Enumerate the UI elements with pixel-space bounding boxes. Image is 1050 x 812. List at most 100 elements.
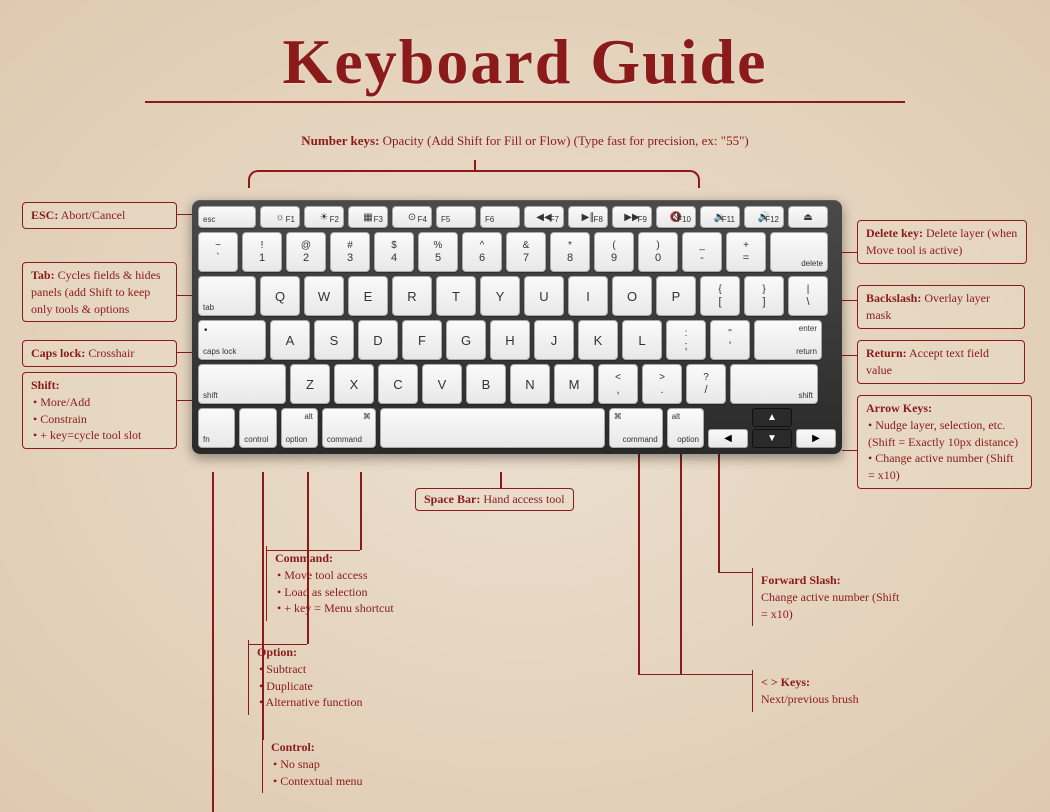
key--[interactable]: _- [682,232,722,272]
number-row: ~`!1@2#3$4%5^6&7*8(9)0_-+=delete [198,232,836,272]
key-1[interactable]: !1 [242,232,282,272]
line-option [307,472,309,644]
key-f3[interactable]: ▦F3 [348,206,388,228]
key-f8[interactable]: ▶∥F8 [568,206,608,228]
key-delete[interactable]: delete [770,232,828,272]
caps-label: Caps lock: [31,346,85,360]
esc-desc: Abort/Cancel [61,208,126,222]
key-h[interactable]: H [490,320,530,360]
key-y[interactable]: Y [480,276,520,316]
key-shift-left[interactable]: shift [198,364,286,404]
key-=[interactable]: += [726,232,766,272]
key-s[interactable]: S [314,320,354,360]
key-p[interactable]: P [656,276,696,316]
key-t[interactable]: T [436,276,476,316]
key-arrow-down[interactable]: ▼ [752,429,792,448]
key-arrow-left[interactable]: ◀ [708,429,748,448]
key-option-right[interactable]: altoption [667,408,704,448]
key-'[interactable]: "' [710,320,750,360]
key-f6[interactable]: F6 [480,206,520,228]
key-f5[interactable]: F5 [436,206,476,228]
key-7[interactable]: &7 [506,232,546,272]
key-return[interactable]: enterreturn [754,320,822,360]
key-.[interactable]: >. [642,364,682,404]
key-x[interactable]: X [334,364,374,404]
key-arrow-right[interactable]: ▶ [796,429,836,448]
key-3[interactable]: #3 [330,232,370,272]
title-text: Keyboard Guide [283,26,768,97]
keyboard: esc☼F1☀F2▦F3⊙F4F5F6◀◀F7▶∥F8▶▶F9🔇F10🔉F11🔊… [192,200,842,454]
key-eject[interactable]: ⏏ [788,206,828,228]
key-l[interactable]: L [622,320,662,360]
key-command-right[interactable]: ⌘command [609,408,663,448]
key-f11[interactable]: 🔉F11 [700,206,740,228]
key-,[interactable]: <, [598,364,638,404]
key-z[interactable]: Z [290,364,330,404]
key-6[interactable]: ^6 [462,232,502,272]
arrows-item-0: Nudge layer, selection, etc. (Shift = Ex… [868,417,1023,451]
key-c[interactable]: C [378,364,418,404]
key-e[interactable]: E [348,276,388,316]
shift-list: More/Add Constrain + key=cycle tool slot [33,394,168,444]
callout-fslash: Forward Slash: Change active number (Shi… [752,568,912,626]
key-f12[interactable]: 🔊F12 [744,206,784,228]
key-spacebar[interactable] [380,408,605,448]
key-/[interactable]: ?/ [686,364,726,404]
key-b[interactable]: B [466,364,506,404]
key-j[interactable]: J [534,320,574,360]
line-spacebar [500,472,502,488]
line-arrows [842,450,857,451]
key-2[interactable]: @2 [286,232,326,272]
key-8[interactable]: *8 [550,232,590,272]
key-][interactable]: }] [744,276,784,316]
key-r[interactable]: R [392,276,432,316]
key-esc[interactable]: esc [198,206,256,228]
key-fn[interactable]: fn [198,408,235,448]
key-[[interactable]: {[ [700,276,740,316]
line-angle-r [680,420,682,674]
key-;[interactable]: :; [666,320,706,360]
key-f7[interactable]: ◀◀F7 [524,206,564,228]
option-item-1: Duplicate [259,678,418,695]
fslash-label: Forward Slash: [761,573,841,587]
key-n[interactable]: N [510,364,550,404]
key-a[interactable]: A [270,320,310,360]
callout-esc: ESC: Abort/Cancel [22,202,177,229]
key-`[interactable]: ~` [198,232,238,272]
line-option-h [248,644,307,645]
key-0[interactable]: )0 [638,232,678,272]
key-f4[interactable]: ⊙F4 [392,206,432,228]
key-shift-right[interactable]: shift [730,364,818,404]
key-d[interactable]: D [358,320,398,360]
key-v[interactable]: V [422,364,462,404]
shift-item-1: Constrain [33,411,168,428]
key-f2[interactable]: ☀F2 [304,206,344,228]
key-q[interactable]: Q [260,276,300,316]
key-\[interactable]: |\ [788,276,828,316]
key-o[interactable]: O [612,276,652,316]
key-4[interactable]: $4 [374,232,414,272]
key-capslock[interactable]: •caps lock [198,320,266,360]
key-arrow-up[interactable]: ▲ [752,408,792,427]
control-list: No snap Contextual menu [273,756,432,790]
key-m[interactable]: M [554,364,594,404]
key-tab[interactable]: tab [198,276,256,316]
key-f10[interactable]: 🔇F10 [656,206,696,228]
shift-label: Shift: [31,378,60,392]
key-5[interactable]: %5 [418,232,458,272]
key-g[interactable]: G [446,320,486,360]
line-fslash-h [718,572,752,573]
key-f1[interactable]: ☼F1 [260,206,300,228]
key-u[interactable]: U [524,276,564,316]
key-f[interactable]: F [402,320,442,360]
line-return [842,355,857,356]
key-i[interactable]: I [568,276,608,316]
key-9[interactable]: (9 [594,232,634,272]
key-command-left[interactable]: ⌘command [322,408,376,448]
key-w[interactable]: W [304,276,344,316]
key-f9[interactable]: ▶▶F9 [612,206,652,228]
callout-shift: Shift: More/Add Constrain + key=cycle to… [22,372,177,449]
key-control[interactable]: control [239,408,276,448]
key-k[interactable]: K [578,320,618,360]
key-option-left[interactable]: altoption [281,408,318,448]
